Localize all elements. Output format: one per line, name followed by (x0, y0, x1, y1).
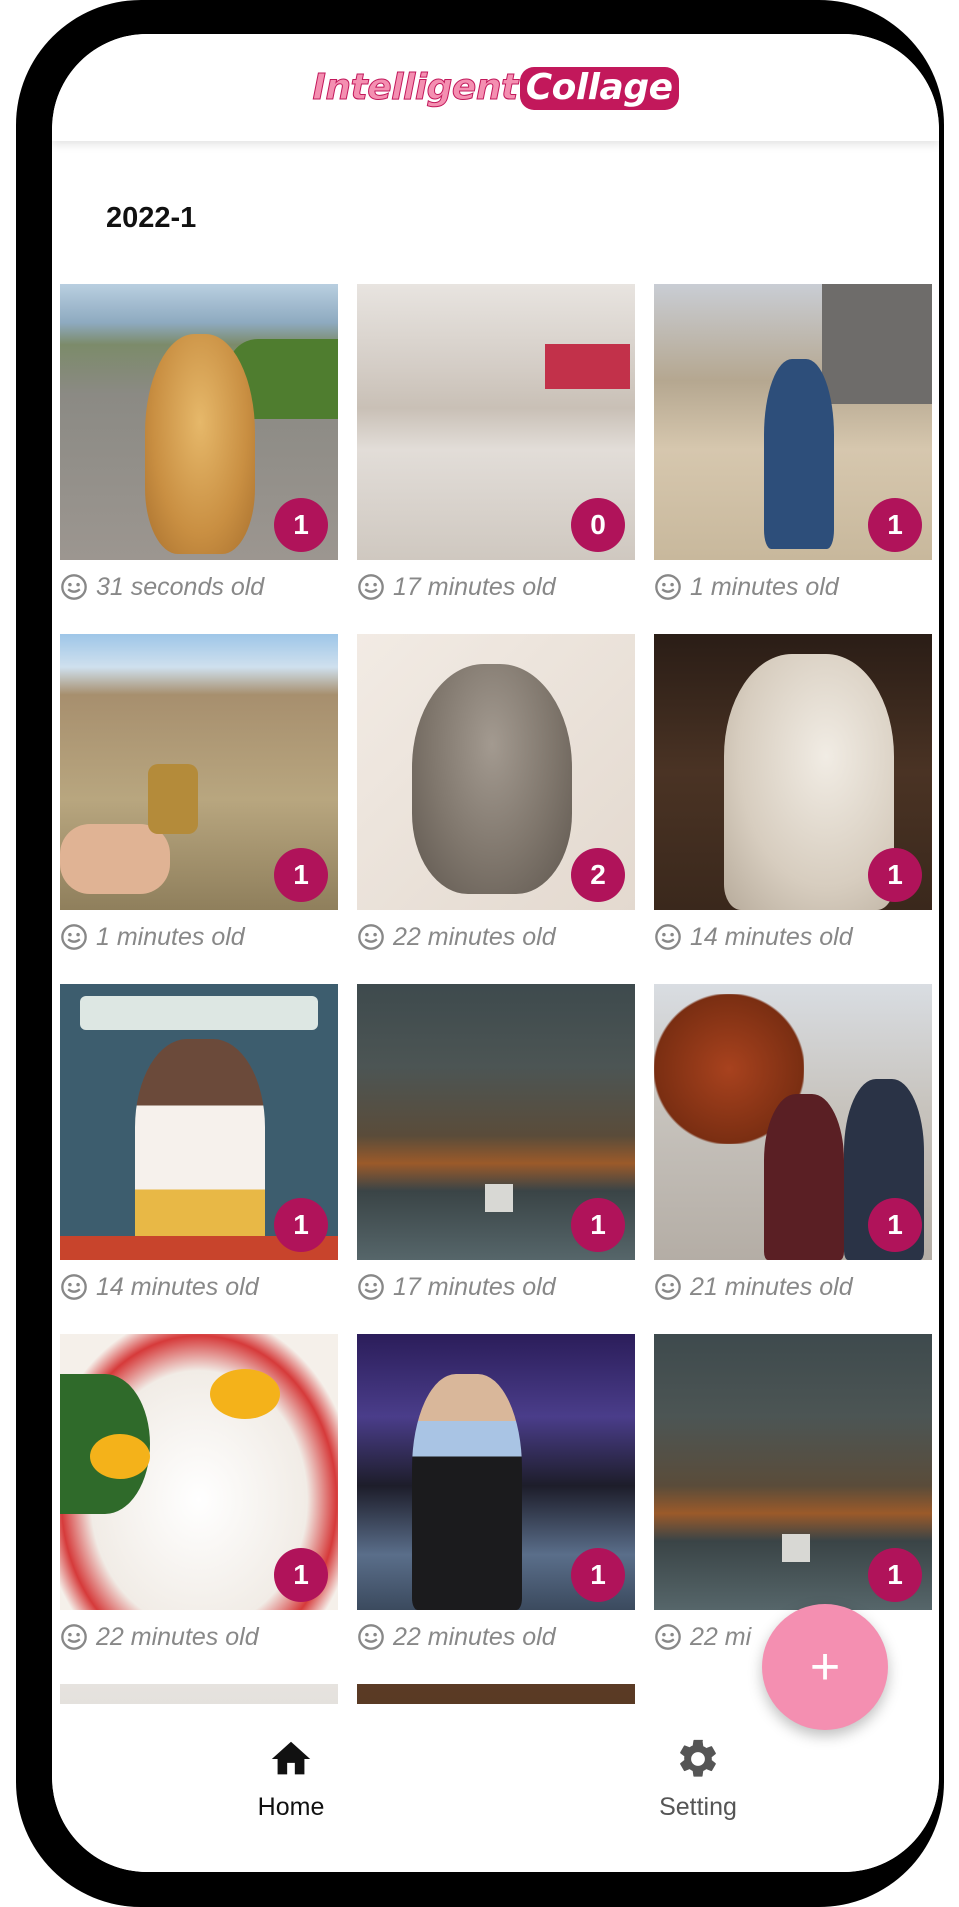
photo-card[interactable] (60, 1684, 338, 1704)
photo-card[interactable]: 1 22 mi (654, 1334, 932, 1652)
collage-count-badge: 1 (274, 498, 328, 552)
face-icon (61, 1274, 87, 1300)
photo-caption: 21 minutes old (654, 1272, 932, 1302)
collage-count-badge: 1 (868, 498, 922, 552)
face-icon (61, 1624, 87, 1650)
photo-card[interactable]: 0 17 minutes old (357, 284, 635, 602)
face-icon (61, 924, 87, 950)
collage-count-badge: 0 (571, 498, 625, 552)
photo-age: 21 minutes old (690, 1272, 853, 1301)
volume-down-button (16, 455, 40, 565)
app-logo: Intelligent Collage (312, 67, 679, 110)
photo-age: 31 seconds old (96, 572, 265, 601)
photo-caption: 17 minutes old (357, 1272, 635, 1302)
photo-card[interactable]: 1 21 minutes old (654, 984, 932, 1302)
photo-card[interactable]: 1 22 minutes old (60, 1334, 338, 1652)
photo-caption: 17 minutes old (357, 572, 635, 602)
logo-part1: Intelligent (312, 67, 519, 109)
collage-count-badge: 1 (868, 848, 922, 902)
photo-card[interactable]: 1 14 minutes old (654, 634, 932, 952)
photo-card[interactable]: 1 1 minutes old (654, 284, 932, 602)
photo-thumbnail[interactable]: 0 (357, 284, 635, 560)
photo-thumbnail[interactable]: 1 (357, 1334, 635, 1610)
face-icon (358, 1274, 384, 1300)
photo-thumbnail[interactable]: 1 (654, 634, 932, 910)
face-icon (358, 1624, 384, 1650)
photo-card[interactable]: 1 1 minutes old (60, 634, 338, 952)
photo-age: 14 minutes old (690, 922, 853, 951)
photo-thumbnail[interactable]: 1 (654, 1334, 932, 1610)
photo-age: 22 minutes old (393, 1622, 556, 1651)
photo-caption: 22 minutes old (357, 1622, 635, 1652)
photo-thumbnail[interactable]: 1 (60, 1334, 338, 1610)
photo-caption: 22 minutes old (357, 922, 635, 952)
bottom-navigation: Home Setting (52, 1706, 939, 1872)
photo-caption: 31 seconds old (60, 572, 338, 602)
photo-age: 17 minutes old (393, 1272, 556, 1301)
photo-caption: 1 minutes old (654, 572, 932, 602)
app-screen: Intelligent Collage 2022-1 1 31 seconds o… (52, 34, 939, 1872)
logo-part2: Collage (519, 67, 679, 110)
photo-thumbnail[interactable]: 1 (654, 984, 932, 1260)
gear-icon (680, 1739, 716, 1777)
add-collage-button[interactable]: + (762, 1604, 888, 1730)
photo-age: 22 mi (690, 1622, 752, 1651)
collage-count-badge: 1 (868, 1548, 922, 1602)
app-header: Intelligent Collage (52, 34, 939, 141)
face-icon (655, 574, 681, 600)
photo-card[interactable]: 2 22 minutes old (357, 634, 635, 952)
photo-age: 1 minutes old (96, 922, 245, 951)
photo-thumbnail[interactable] (60, 1684, 338, 1704)
photo-age: 1 minutes old (690, 572, 839, 601)
nav-home[interactable]: Home (191, 1736, 391, 1822)
photo-thumbnail[interactable]: 1 (60, 284, 338, 560)
photo-thumbnail[interactable]: 2 (357, 634, 635, 910)
collage-count-badge: 1 (571, 1198, 625, 1252)
photo-thumbnail[interactable] (357, 1684, 635, 1704)
collage-count-badge: 1 (868, 1198, 922, 1252)
face-icon (358, 574, 384, 600)
photo-age: 22 minutes old (96, 1622, 259, 1651)
photo-caption: 14 minutes old (60, 1272, 338, 1302)
face-icon (358, 924, 384, 950)
phone-frame: Intelligent Collage 2022-1 1 31 seconds o… (16, 0, 944, 1907)
collage-count-badge: 1 (274, 848, 328, 902)
face-icon (655, 924, 681, 950)
photo-card[interactable]: 1 22 minutes old (357, 1334, 635, 1652)
nav-setting-label: Setting (659, 1793, 737, 1821)
photo-age: 22 minutes old (393, 922, 556, 951)
face-icon (61, 574, 87, 600)
photo-caption: 1 minutes old (60, 922, 338, 952)
photo-caption: 14 minutes old (654, 922, 932, 952)
collage-count-badge: 2 (571, 848, 625, 902)
photo-caption: 22 minutes old (60, 1622, 338, 1652)
collage-count-badge: 1 (571, 1548, 625, 1602)
photo-age: 17 minutes old (393, 572, 556, 601)
photo-card[interactable]: 1 17 minutes old (357, 984, 635, 1302)
collage-count-badge: 1 (274, 1548, 328, 1602)
plus-icon: + (809, 1638, 841, 1696)
section-date-heading: 2022-1 (106, 202, 197, 234)
photo-thumbnail[interactable]: 1 (60, 634, 338, 910)
face-icon (655, 1274, 681, 1300)
photo-age: 14 minutes old (96, 1272, 259, 1301)
photo-thumbnail[interactable]: 1 (60, 984, 338, 1260)
nav-setting[interactable]: Setting (598, 1736, 798, 1822)
nav-home-label: Home (257, 1793, 325, 1821)
home-icon (271, 1741, 311, 1775)
photo-card[interactable]: 1 31 seconds old (60, 284, 338, 602)
photo-card[interactable]: 1 14 minutes old (60, 984, 338, 1302)
photo-grid: 1 31 seconds old 0 17 minutes old 1 1 mi… (52, 284, 939, 1704)
photo-card[interactable] (357, 1684, 635, 1704)
face-icon (655, 1624, 681, 1650)
volume-up-button (16, 320, 40, 430)
photo-thumbnail[interactable]: 1 (654, 284, 932, 560)
collage-count-badge: 1 (274, 1198, 328, 1252)
photo-thumbnail[interactable]: 1 (357, 984, 635, 1260)
